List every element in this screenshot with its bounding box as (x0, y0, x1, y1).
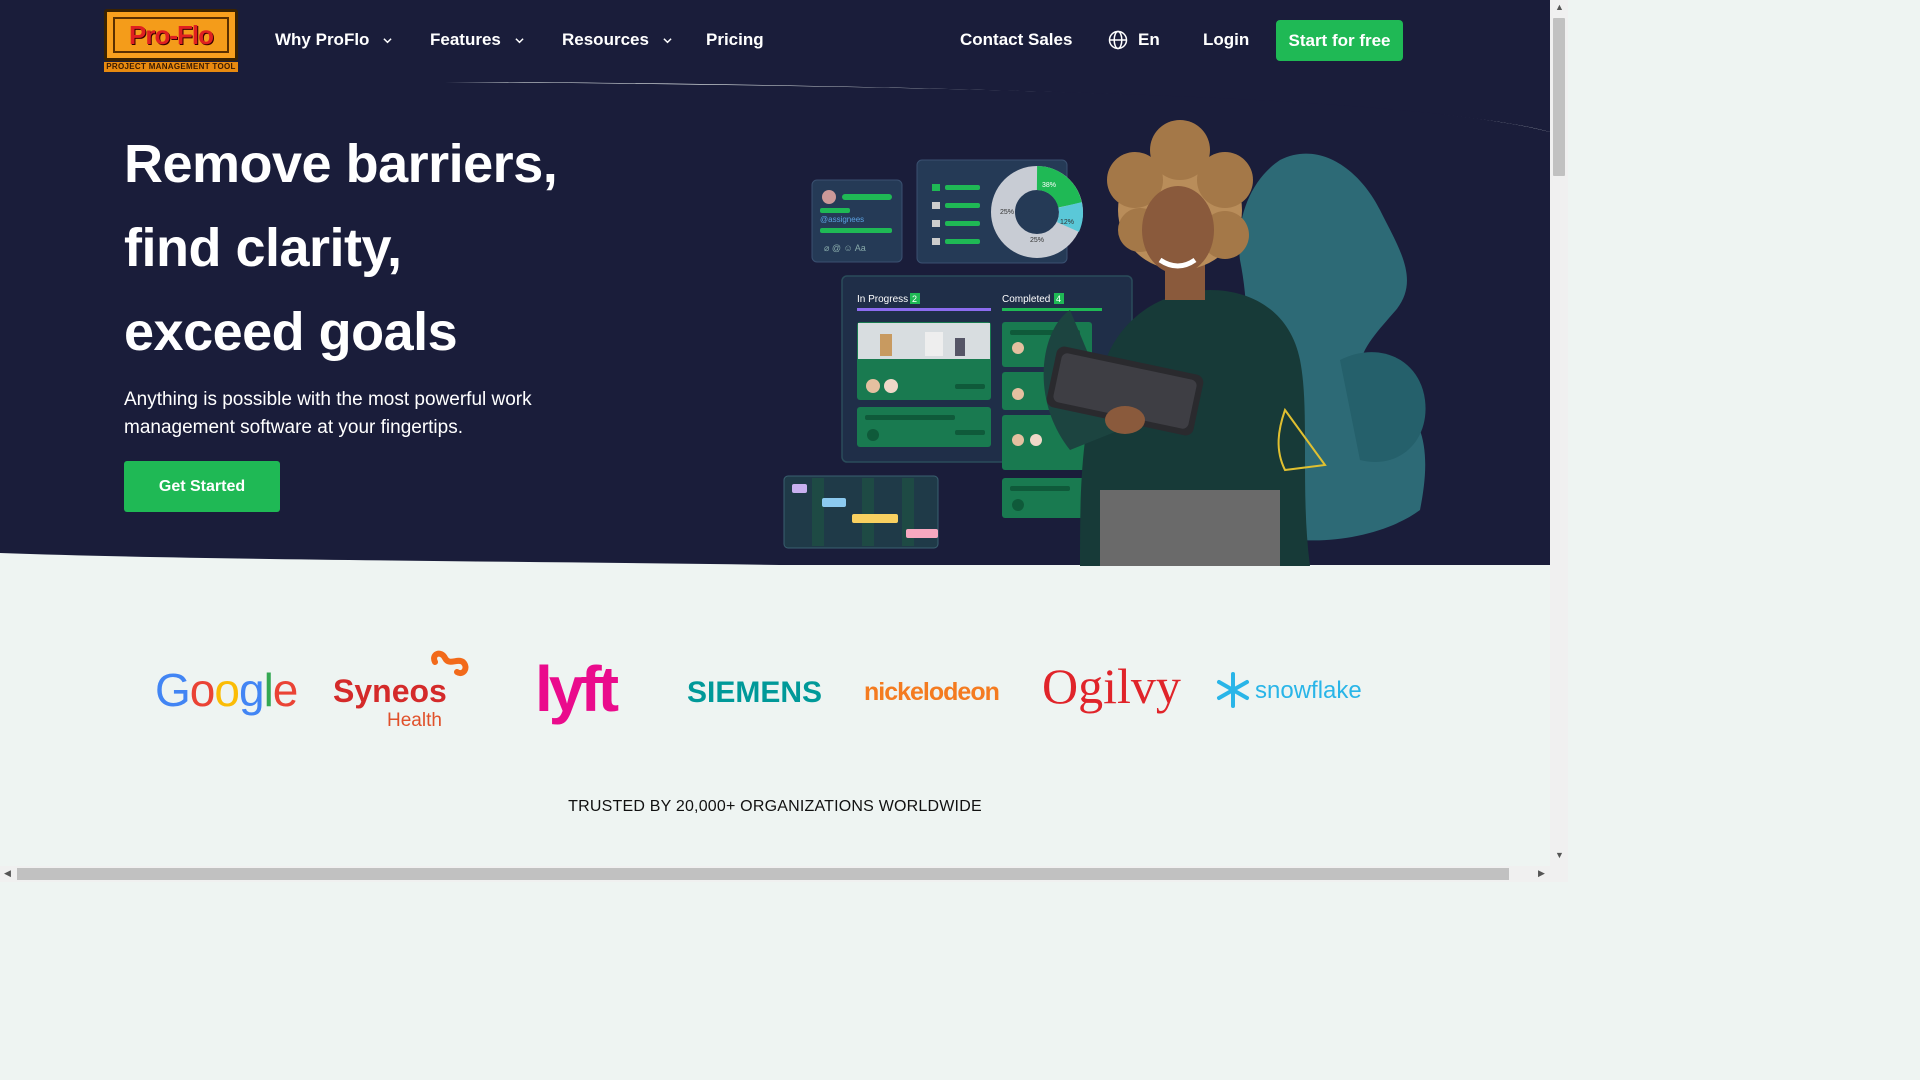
syneos-wordmark: Syneos (333, 673, 447, 709)
nav-pricing-label: Pricing (706, 30, 764, 49)
horizontal-scrollbar[interactable]: ◀ ▶ (0, 866, 1568, 882)
customer-logos: Google Syneos Health lyft SIEMENS nickel… (150, 645, 1380, 735)
trusted-by-text: TRUSTED BY 20,000+ ORGANIZATIONS WORLDWI… (568, 798, 982, 815)
nav-why-proflo-label: Why ProFlo (275, 30, 370, 49)
snowflake-wordmark: snowflake (1255, 677, 1362, 704)
proflo-logo[interactable]: Pro-Flo PROJECT MANAGEMENT TOOL (104, 9, 238, 72)
lyft-logo: lyft (535, 655, 623, 725)
column-completed-count: 4 (1056, 294, 1061, 304)
logo-google: Google (150, 645, 300, 735)
ogilvy-logo: Ogilvy (1042, 658, 1181, 714)
start-for-free-button[interactable]: Start for free (1276, 20, 1403, 61)
logo-badge: Pro-Flo (104, 9, 238, 61)
contact-sales-label: Contact Sales (960, 30, 1073, 49)
nav-resources-label: Resources (562, 30, 649, 49)
nav-why-proflo[interactable]: Why ProFlo (275, 30, 393, 50)
vertical-scrollbar-thumb[interactable] (1553, 18, 1565, 176)
column-completed-label: Completed (1002, 294, 1050, 305)
language-selector[interactable]: En (1108, 30, 1160, 50)
logo-syneos-health: Syneos Health (330, 645, 480, 735)
logo-nickelodeon: nickelodeon (862, 645, 1010, 735)
google-logo: Google (155, 664, 298, 716)
snowflake-logo: snowflake (1217, 672, 1362, 708)
assignees-icons: ⌀ @ ☺ Aa (824, 243, 866, 253)
nickelodeon-logo: nickelodeon (864, 678, 1000, 706)
google-wordmark: Google (155, 664, 297, 716)
snowflake-icon (1217, 672, 1249, 708)
language-label: En (1138, 30, 1160, 49)
hero-title-line-2: find clarity, (124, 218, 402, 278)
nav-features-label: Features (430, 30, 501, 49)
chevron-down-icon (663, 37, 672, 43)
gantt-card (783, 475, 939, 549)
nav-features[interactable]: Features (430, 30, 524, 50)
login-label: Login (1203, 30, 1250, 49)
logo-lyft: lyft (530, 645, 630, 735)
login-link[interactable]: Login (1203, 30, 1249, 50)
siemens-wordmark: SIEMENS (687, 676, 822, 709)
hero-subtitle: Anything is possible with the most power… (124, 389, 532, 438)
lyft-wordmark: lyft (535, 655, 619, 725)
nickelodeon-wordmark: nickelodeon (864, 678, 999, 706)
donut-label-38: 38% (1042, 182, 1056, 189)
donut-label-25a: 25% (1000, 209, 1014, 216)
chevron-down-icon (515, 37, 524, 43)
health-wordmark: Health (387, 710, 442, 730)
scroll-down-arrow-icon[interactable]: ▼ (1555, 850, 1564, 860)
syneos-health-logo: Syneos Health (333, 650, 469, 730)
hero-title-line-3: exceed goals (124, 302, 458, 362)
assignees-label: @assignees (820, 215, 864, 224)
hero-title-line-1: Remove barriers, (124, 134, 558, 194)
contact-sales-link[interactable]: Contact Sales (960, 30, 1072, 50)
column-in-progress-label: In Progress (857, 294, 908, 305)
column-in-progress-count: 2 (912, 294, 917, 304)
hero-title: Remove barriers, find clarity, exceed go… (124, 122, 558, 374)
logo-text: Pro-Flo (129, 19, 214, 50)
logo-siemens: SIEMENS (685, 645, 835, 735)
nav-pricing[interactable]: Pricing (706, 30, 764, 50)
donut-label-12: 12% (1060, 219, 1074, 226)
hero-illustration: @assignees ⌀ @ ☺ Aa 38% 25% 12% 25% In P… (783, 120, 1426, 566)
vertical-scrollbar[interactable]: ▲ ▼ (1550, 0, 1568, 866)
assignees-card: @assignees ⌀ @ ☺ Aa (811, 179, 903, 263)
chevron-down-icon (383, 37, 393, 43)
globe-icon (1108, 30, 1128, 50)
logo-snowflake: snowflake (1215, 645, 1365, 735)
scroll-left-arrow-icon[interactable]: ◀ (4, 868, 11, 879)
logo-ogilvy: Ogilvy (1040, 645, 1185, 735)
donut-label-25b: 25% (1030, 237, 1044, 244)
nav-resources[interactable]: Resources (562, 30, 672, 50)
scroll-right-arrow-icon[interactable]: ▶ (1538, 868, 1545, 879)
logo-inner: Pro-Flo (113, 17, 229, 53)
scroll-up-arrow-icon[interactable]: ▲ (1555, 2, 1564, 12)
horizontal-scrollbar-thumb[interactable] (17, 868, 1509, 880)
siemens-logo: SIEMENS (687, 676, 822, 709)
logo-tagline: PROJECT MANAGEMENT TOOL (104, 62, 238, 72)
ogilvy-wordmark: Ogilvy (1042, 658, 1181, 714)
get-started-button[interactable]: Get Started (124, 461, 280, 512)
donut-card: 38% 25% 12% 25% (916, 159, 1083, 264)
page: Pro-Flo PROJECT MANAGEMENT TOOL Why ProF… (0, 0, 1568, 882)
